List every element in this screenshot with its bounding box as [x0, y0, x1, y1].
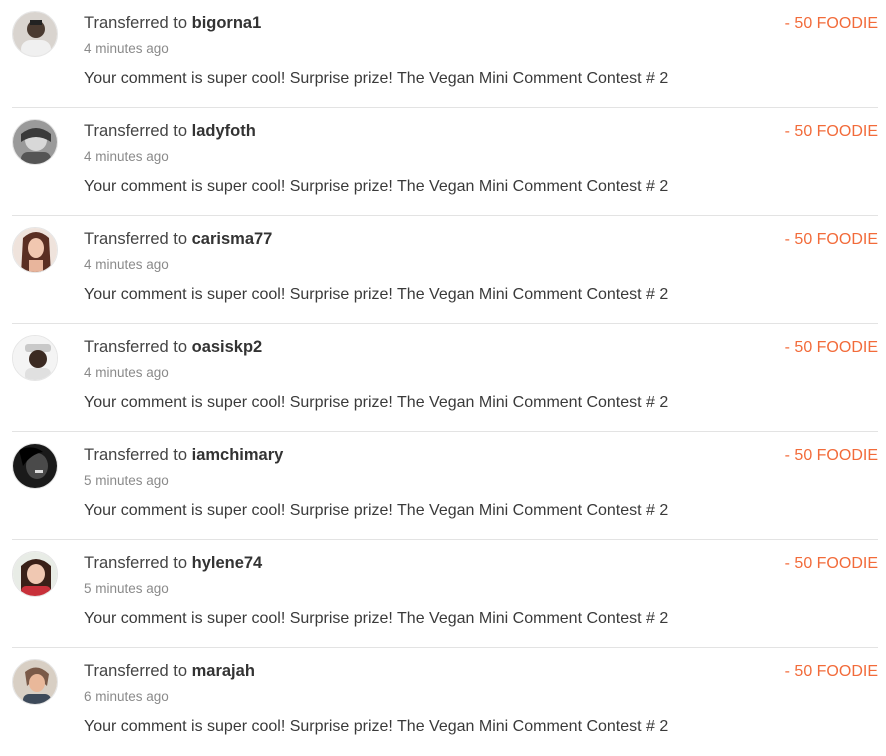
user-avatar-icon[interactable]	[12, 659, 58, 705]
recipient-link[interactable]: marajah	[192, 662, 255, 680]
transfer-item: Transferred to bigorna1 4 minutes ago Yo…	[12, 0, 878, 108]
transfer-amount: - 50 FOODIE	[784, 555, 878, 572]
transfer-time: 4 minutes ago	[84, 365, 169, 380]
user-avatar-icon[interactable]	[12, 227, 58, 273]
user-avatar-icon[interactable]	[12, 119, 58, 165]
transfer-time: 6 minutes ago	[84, 689, 169, 704]
transfer-item: Transferred to ladyfoth 4 minutes ago Yo…	[12, 108, 878, 216]
transfer-prefix: Transferred to	[84, 122, 188, 140]
transfer-memo: Your comment is super cool! Surprise pri…	[84, 394, 669, 411]
transfer-amount: - 50 FOODIE	[784, 231, 878, 248]
transfer-prefix: Transferred to	[84, 338, 188, 356]
transfer-title: Transferred to oasiskp2	[84, 338, 262, 357]
transfer-memo: Your comment is super cool! Surprise pri…	[84, 718, 669, 735]
transfer-item: Transferred to hylene74 5 minutes ago Yo…	[12, 540, 878, 648]
transfer-time: 4 minutes ago	[84, 149, 169, 164]
transfer-prefix: Transferred to	[84, 14, 188, 32]
transfer-amount: - 50 FOODIE	[784, 663, 878, 680]
recipient-link[interactable]: ladyfoth	[192, 122, 256, 140]
transfer-time: 4 minutes ago	[84, 257, 169, 272]
recipient-link[interactable]: oasiskp2	[192, 338, 263, 356]
transfer-amount: - 50 FOODIE	[784, 123, 878, 140]
transfer-amount: - 50 FOODIE	[784, 339, 878, 356]
transfer-memo: Your comment is super cool! Surprise pri…	[84, 70, 669, 87]
transfer-list: Transferred to bigorna1 4 minutes ago Yo…	[0, 0, 886, 750]
user-avatar-icon[interactable]	[12, 11, 58, 57]
transfer-title: Transferred to carisma77	[84, 230, 272, 249]
transfer-time: 5 minutes ago	[84, 473, 169, 488]
transfer-time: 5 minutes ago	[84, 581, 169, 596]
recipient-link[interactable]: hylene74	[192, 554, 263, 572]
user-avatar-icon[interactable]	[12, 335, 58, 381]
transfer-title: Transferred to marajah	[84, 662, 255, 681]
transfer-item: Transferred to marajah 6 minutes ago You…	[12, 648, 878, 756]
transfer-memo: Your comment is super cool! Surprise pri…	[84, 178, 669, 195]
transfer-amount: - 50 FOODIE	[784, 15, 878, 32]
transfer-item: Transferred to oasiskp2 4 minutes ago Yo…	[12, 324, 878, 432]
transfer-memo: Your comment is super cool! Surprise pri…	[84, 286, 669, 303]
transfer-title: Transferred to bigorna1	[84, 14, 261, 33]
transfer-memo: Your comment is super cool! Surprise pri…	[84, 610, 669, 627]
transfer-item: Transferred to iamchimary 5 minutes ago …	[12, 432, 878, 540]
recipient-link[interactable]: bigorna1	[192, 14, 262, 32]
transfer-prefix: Transferred to	[84, 446, 188, 464]
transfer-time: 4 minutes ago	[84, 41, 169, 56]
user-avatar-icon[interactable]	[12, 443, 58, 489]
transfer-item: Transferred to carisma77 4 minutes ago Y…	[12, 216, 878, 324]
transfer-prefix: Transferred to	[84, 662, 188, 680]
recipient-link[interactable]: carisma77	[192, 230, 273, 248]
transfer-prefix: Transferred to	[84, 230, 188, 248]
user-avatar-icon[interactable]	[12, 551, 58, 597]
transfer-prefix: Transferred to	[84, 554, 188, 572]
transfer-title: Transferred to iamchimary	[84, 446, 283, 465]
transfer-memo: Your comment is super cool! Surprise pri…	[84, 502, 669, 519]
recipient-link[interactable]: iamchimary	[192, 446, 284, 464]
transfer-amount: - 50 FOODIE	[784, 447, 878, 464]
transfer-title: Transferred to ladyfoth	[84, 122, 256, 141]
transfer-title: Transferred to hylene74	[84, 554, 262, 573]
